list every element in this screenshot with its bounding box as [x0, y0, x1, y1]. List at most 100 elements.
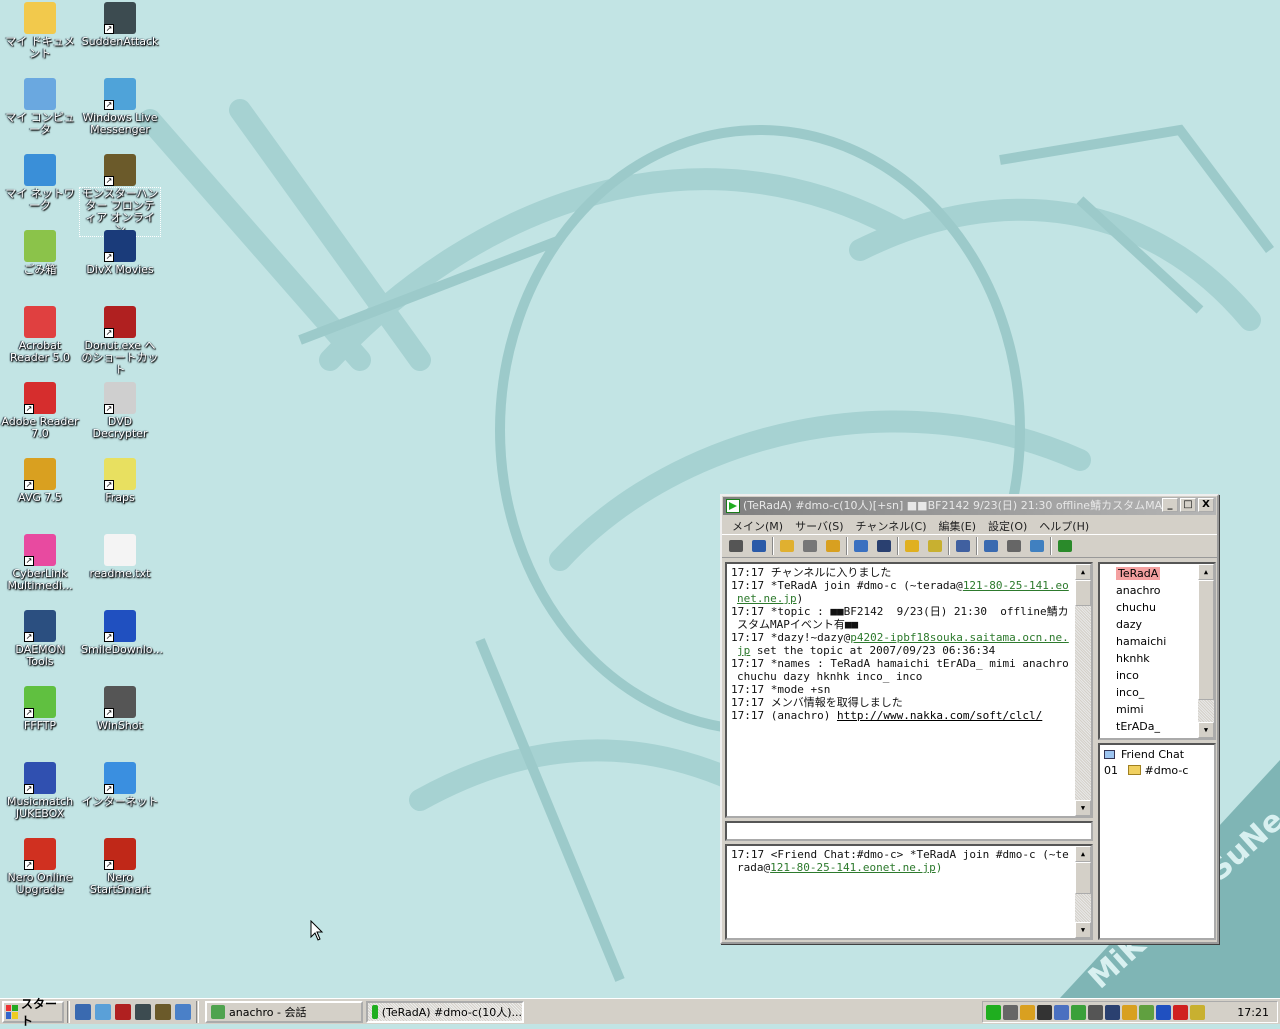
irc-app-icon[interactable]: [726, 499, 740, 513]
scroll-down-arrow-icon[interactable]: ▼: [1075, 800, 1091, 816]
title-bar[interactable]: (TeRadA) #dmo-c(10人)[+sn] ■■BF2142 9/23(…: [723, 497, 1216, 515]
task-button-1[interactable]: (TeRadA) #dmo-c(10人)...: [366, 1000, 524, 1023]
checklist-button[interactable]: [953, 536, 973, 556]
folder-arrow-button[interactable]: [823, 536, 843, 556]
nick-list-item[interactable]: dazy: [1100, 616, 1214, 633]
menu-item-1[interactable]: サーバ(S): [789, 516, 849, 534]
scroll-up-arrow-icon[interactable]: ▲: [1075, 564, 1091, 580]
avg-tray-icon[interactable]: [1020, 1004, 1035, 1020]
nick-list-item[interactable]: tErADa_: [1100, 718, 1214, 735]
minimize-button[interactable]: _: [1162, 498, 1178, 512]
nick-list-item[interactable]: inco_: [1100, 684, 1214, 701]
clock[interactable]: 17:21: [1237, 1006, 1277, 1019]
desktop-icon-16[interactable]: ↗ DAEMON Tools: [0, 610, 80, 668]
nick-list-item[interactable]: TeRadA: [1100, 565, 1214, 582]
scroll-up-arrow-icon[interactable]: ▲: [1198, 564, 1214, 580]
friend-log-scrollbar[interactable]: ▲ ▼: [1075, 846, 1091, 938]
desktop-icon-23[interactable]: ↗ Nero StartSmart: [80, 838, 160, 896]
desktop-icon-22[interactable]: ↗ Nero Online Upgrade: [0, 838, 80, 896]
window-button[interactable]: [851, 536, 871, 556]
folder-gray-button[interactable]: [800, 536, 820, 556]
chat-log-scrollbar[interactable]: ▲ ▼: [1075, 564, 1091, 816]
nick-list-item[interactable]: mimi: [1100, 701, 1214, 718]
desktop-icon-5[interactable]: ↗モンスターハンター フロンティア オンライン: [79, 154, 161, 237]
menu-item-3[interactable]: 編集(E): [932, 516, 982, 534]
donut-icon[interactable]: [115, 1003, 131, 1020]
desktop-icon-3[interactable]: ↗ Windows Live Messenger: [80, 78, 160, 136]
exit-button[interactable]: [1055, 536, 1075, 556]
desktop-icon-8[interactable]: Acrobat Reader 5.0: [0, 306, 80, 364]
chat-button[interactable]: [1004, 536, 1024, 556]
friend-chat-log[interactable]: 17:17 <Friend Chat:#dmo-c> *TeRadA join …: [725, 844, 1093, 940]
scroll-thumb[interactable]: [1075, 862, 1091, 894]
volume-tray-icon[interactable]: [1088, 1004, 1103, 1020]
browser-icon[interactable]: [75, 1003, 91, 1020]
suddenattack-icon[interactable]: [135, 1003, 151, 1020]
desktop-icon-12[interactable]: ↗ AVG 7.5: [0, 458, 80, 504]
chat-log[interactable]: 17:17 チャンネルに入りました 17:17 *TeRadA join #dmo…: [725, 562, 1093, 818]
irc-window[interactable]: (TeRadA) #dmo-c(10人)[+sn] ■■BF2142 9/23(…: [720, 494, 1219, 944]
desktop-icon-11[interactable]: ↗ DVD Decrypter: [80, 382, 160, 440]
desktop-icon-10[interactable]: ↗ Adobe Reader 7.0: [0, 382, 80, 440]
irc-tray-icon[interactable]: [986, 1004, 1001, 1020]
maximize-button[interactable]: □: [1180, 498, 1196, 512]
desktop-icon-20[interactable]: ↗ Musicmatch JUKEBOX: [0, 762, 80, 820]
nick-list-item[interactable]: chuchu: [1100, 599, 1214, 616]
channel-tree[interactable]: Friend Chat 01 #dmo-c: [1098, 743, 1216, 940]
desktop-icon-13[interactable]: ↗ Fraps: [80, 458, 160, 504]
desktop-icon-19[interactable]: ↗ WinShot: [80, 686, 160, 732]
mail-tray-icon[interactable]: [1190, 1004, 1205, 1020]
menu-item-5[interactable]: ヘルプ(H): [1033, 516, 1095, 534]
desktop-icon[interactable]: [175, 1003, 191, 1020]
tree-channel[interactable]: 01 #dmo-c: [1100, 763, 1214, 779]
desktop-icon-0[interactable]: マイ ドキュメント: [0, 2, 80, 60]
messenger-icon[interactable]: [95, 1003, 111, 1020]
desktop-icon-21[interactable]: ↗ インターネット: [80, 762, 160, 808]
desktop-icon-2[interactable]: マイ コンピュータ: [0, 78, 80, 136]
task-button-0[interactable]: anachro - 会話: [205, 1000, 363, 1023]
menu-item-0[interactable]: メイン(M): [726, 516, 789, 534]
scroll-thumb[interactable]: [1198, 580, 1214, 700]
clip-tray-icon[interactable]: [1003, 1004, 1018, 1020]
nick-list-item[interactable]: hknhk: [1100, 650, 1214, 667]
ime-tray-icon[interactable]: [1037, 1004, 1052, 1020]
scroll-up-arrow-icon[interactable]: ▲: [1075, 846, 1091, 862]
search-button[interactable]: [981, 536, 1001, 556]
globe-button[interactable]: [1027, 536, 1047, 556]
connect-button[interactable]: [726, 536, 746, 556]
scroll-thumb[interactable]: [1075, 580, 1091, 606]
desktop-icon-15[interactable]: readme.txt: [80, 534, 160, 580]
network-tray-icon[interactable]: [1054, 1004, 1069, 1020]
start-button[interactable]: スタート: [2, 997, 64, 1028]
scroll-down-arrow-icon[interactable]: ▼: [1198, 722, 1214, 738]
pencil-button[interactable]: [925, 536, 945, 556]
nick-list[interactable]: TeRadA anachro chuchu dazy hamaichi hknhk inco…: [1098, 562, 1216, 740]
nick-list-scrollbar[interactable]: ▲ ▼: [1198, 564, 1214, 738]
folder-open-button[interactable]: [777, 536, 797, 556]
messenger-tray-icon[interactable]: [1071, 1004, 1086, 1020]
menu-item-2[interactable]: チャンネル(C): [850, 516, 933, 534]
log-host[interactable]: 121-80-25-141.eonet.ne.jp: [770, 861, 936, 874]
nick-list-item[interactable]: hamaichi: [1100, 633, 1214, 650]
graph-tray-icon[interactable]: [1139, 1004, 1154, 1020]
log-link[interactable]: http://www.nakka.com/soft/clcl/: [837, 709, 1042, 722]
flash-tray-icon[interactable]: [1173, 1004, 1188, 1020]
desktop-icon-4[interactable]: マイ ネットワーク: [0, 154, 80, 212]
monsterhunter-icon[interactable]: [155, 1003, 171, 1020]
desktop-icon-18[interactable]: ↗ FFFTP: [0, 686, 80, 732]
message-input[interactable]: [725, 821, 1093, 841]
disconnect-button[interactable]: [749, 536, 769, 556]
desktop-icon-17[interactable]: ↗ SmileDownlo...: [80, 610, 163, 656]
security-tray-icon[interactable]: [1122, 1004, 1137, 1020]
desktop-icon-7[interactable]: ↗ DivX Movies: [80, 230, 160, 276]
desktop-icon-9[interactable]: ↗ Donut.exe へのショートカット: [80, 306, 160, 376]
desktop-icon-1[interactable]: ↗ SuddenAttack: [80, 2, 160, 48]
desktop-icon-6[interactable]: ごみ箱: [0, 230, 80, 276]
close-button[interactable]: X: [1198, 498, 1214, 512]
monitor-tray-icon[interactable]: [1105, 1004, 1120, 1020]
lock-button[interactable]: [902, 536, 922, 556]
monitor-button[interactable]: [874, 536, 894, 556]
nick-list-item[interactable]: anachro: [1100, 582, 1214, 599]
nick-list-item[interactable]: inco: [1100, 667, 1214, 684]
bluetooth-tray-icon[interactable]: [1156, 1004, 1171, 1020]
